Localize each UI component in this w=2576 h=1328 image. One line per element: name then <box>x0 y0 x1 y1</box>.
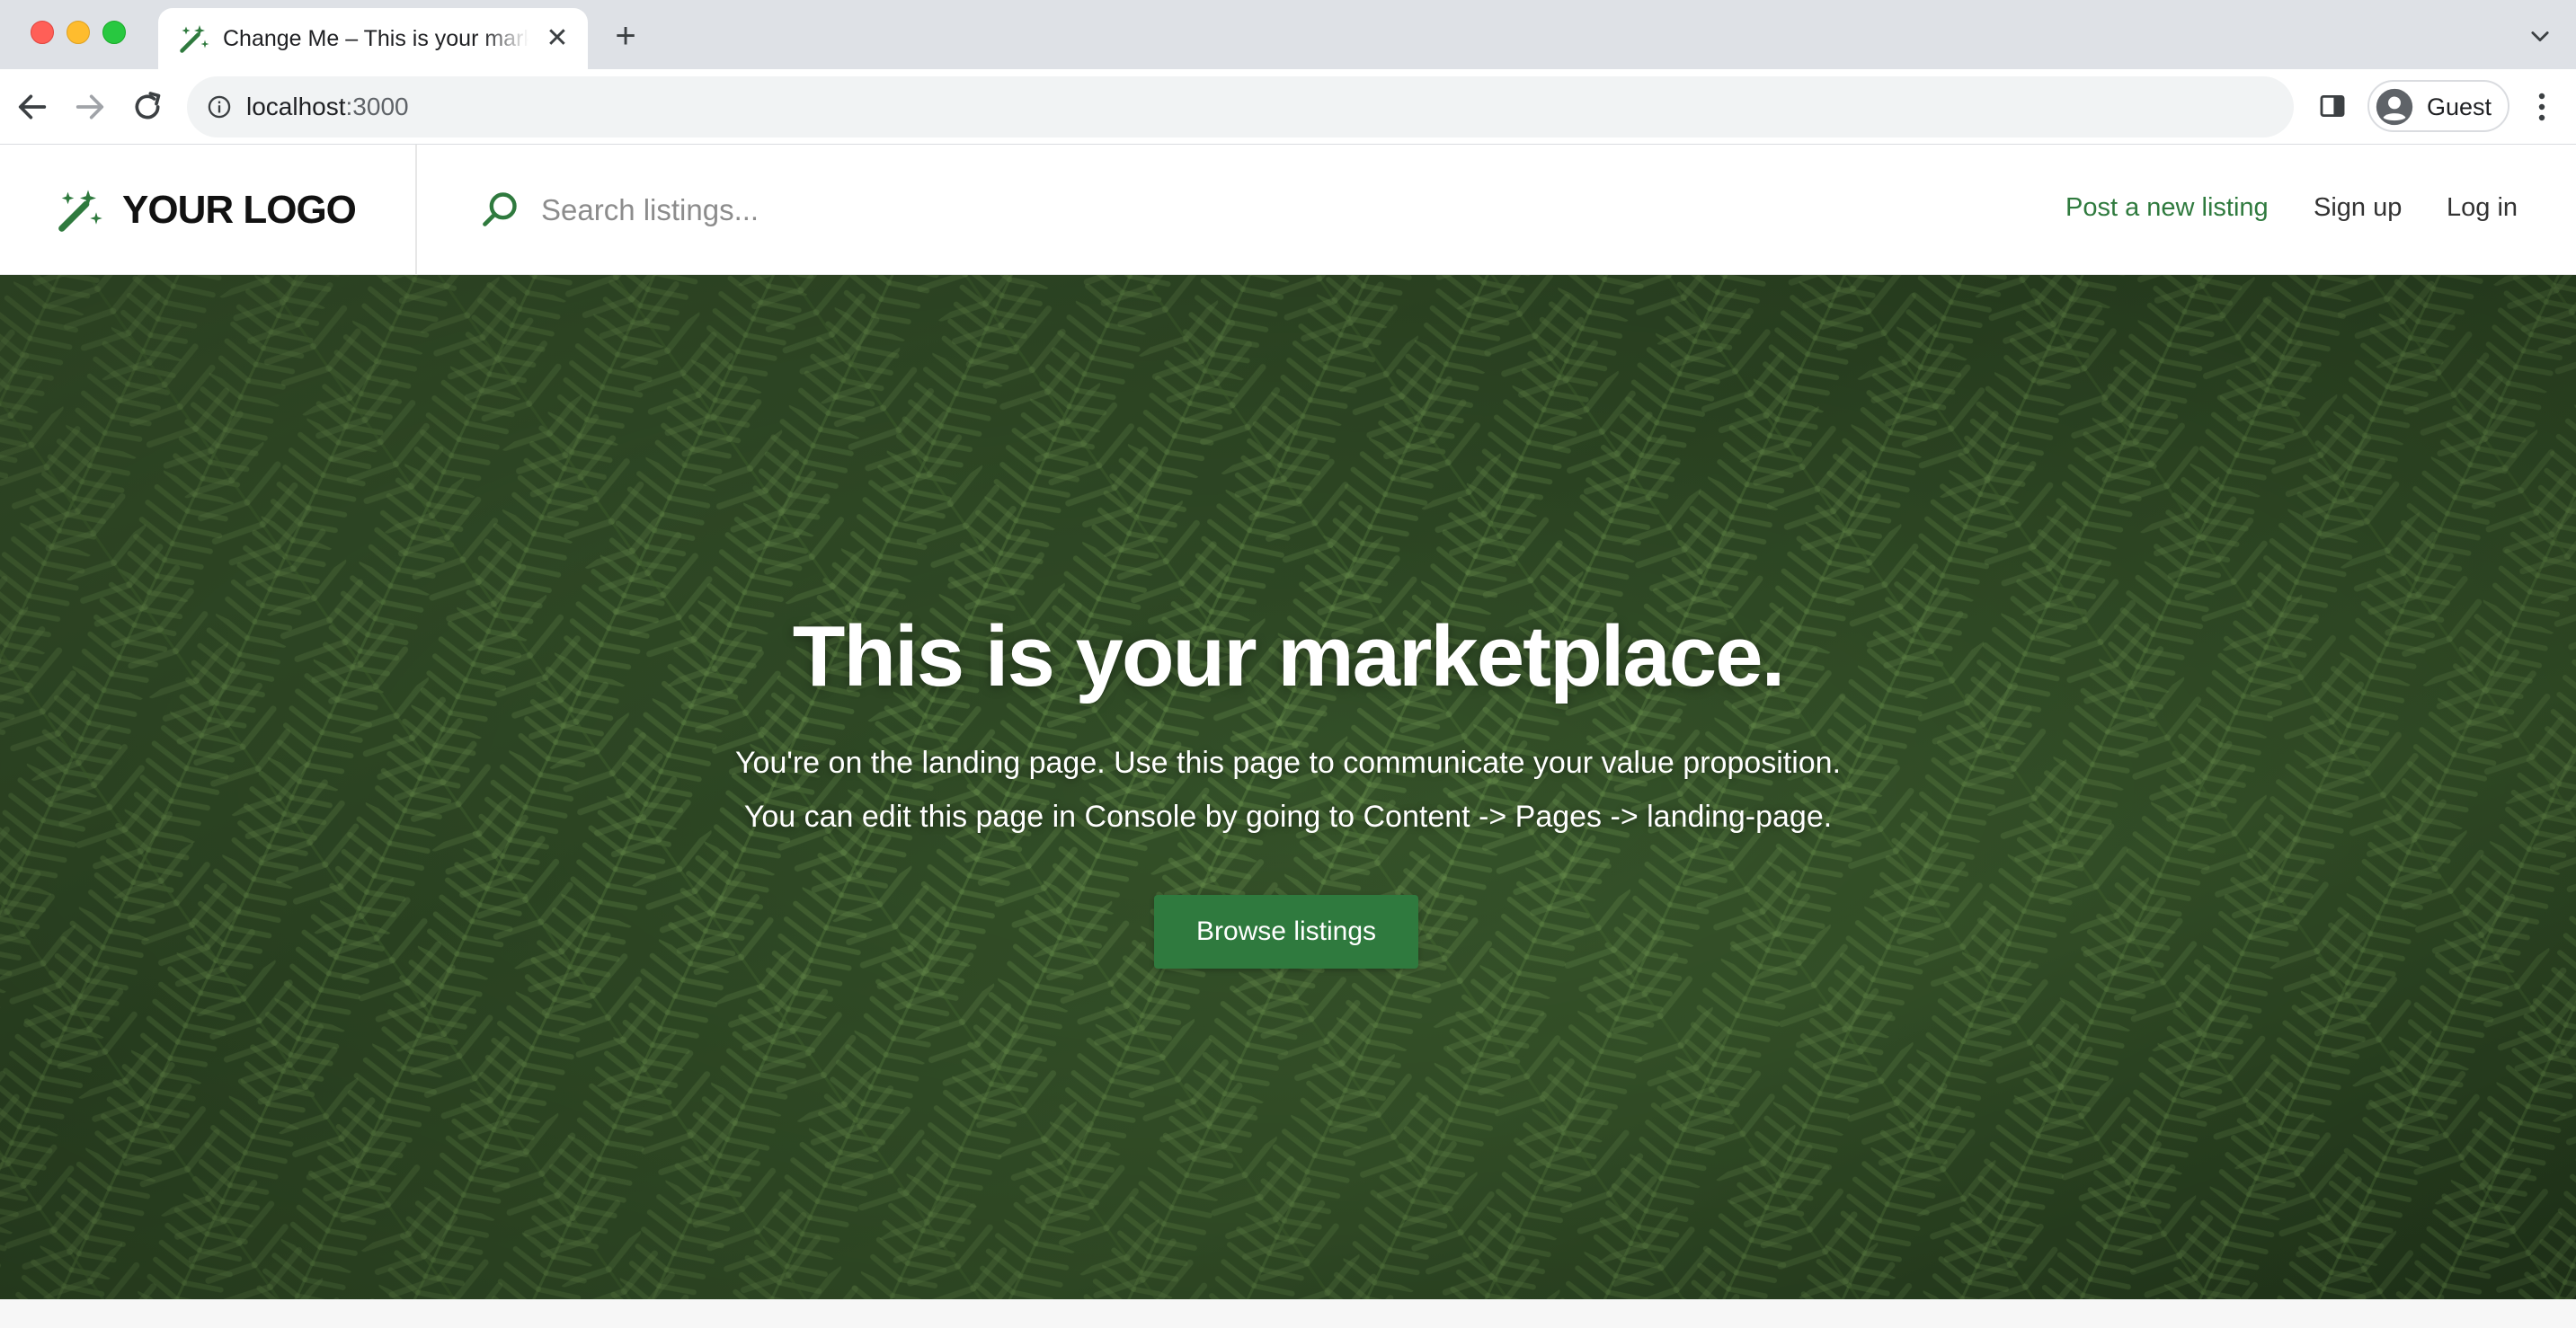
tab-close-icon[interactable]: ✕ <box>543 24 572 53</box>
logo-text: YOUR LOGO <box>122 188 357 232</box>
tab-title: Change Me – This is your marketplace. <box>223 26 529 51</box>
hero-title: This is your marketplace. <box>792 608 1785 704</box>
reload-icon[interactable] <box>129 89 165 125</box>
address-bar-url[interactable]: localhost:3000 <box>246 93 409 121</box>
hero-subtitle-line-1: You're on the landing page. Use this pag… <box>734 746 1842 780</box>
page-below-fold <box>0 1299 2576 1328</box>
site-info-icon[interactable] <box>207 94 232 120</box>
search-input[interactable] <box>539 184 1352 236</box>
logo-link[interactable]: YOUR LOGO <box>0 145 417 274</box>
address-bar[interactable]: localhost:3000 <box>187 76 2294 137</box>
log-in-link[interactable]: Log in <box>2447 193 2518 223</box>
profile-label: Guest <box>2427 93 2492 120</box>
profile-button[interactable]: Guest <box>2367 80 2509 132</box>
forward-arrow-icon[interactable] <box>72 89 108 125</box>
browser-tab-active[interactable]: Change Me – This is your marketplace. ✕ <box>158 8 588 69</box>
magic-wand-logo-icon <box>58 190 102 232</box>
url-host: localhost <box>246 93 346 120</box>
window-maximize-button[interactable] <box>102 21 126 44</box>
fern-background-image <box>0 275 2576 1299</box>
browse-listings-button[interactable]: Browse listings <box>1154 895 1418 969</box>
post-listing-link[interactable]: Post a new listing <box>2065 193 2269 223</box>
site-header: YOUR LOGO Post a new listing Sign up Log… <box>0 145 2576 275</box>
back-arrow-icon[interactable] <box>14 89 50 125</box>
url-port: :3000 <box>345 93 409 120</box>
side-panel-icon[interactable] <box>2317 91 2348 121</box>
browser-toolbar: localhost:3000 Guest <box>0 69 2576 145</box>
window-minimize-button[interactable] <box>67 21 90 44</box>
sign-up-link[interactable]: Sign up <box>2314 193 2402 223</box>
tab-search-chevron-icon[interactable] <box>2527 23 2553 49</box>
magic-wand-favicon-icon <box>180 25 209 53</box>
profile-avatar-icon <box>2376 88 2413 126</box>
more-menu-icon[interactable] <box>2527 89 2556 125</box>
search-icon[interactable] <box>480 190 520 229</box>
hero-subtitle-line-2: You can edit this page in Console by goi… <box>743 800 1833 834</box>
new-tab-button[interactable]: + <box>608 18 644 54</box>
hero-section: This is your marketplace. You're on the … <box>0 275 2576 1299</box>
browser-tab-strip: Change Me – This is your marketplace. ✕ … <box>0 0 2576 69</box>
window-close-button[interactable] <box>31 21 54 44</box>
